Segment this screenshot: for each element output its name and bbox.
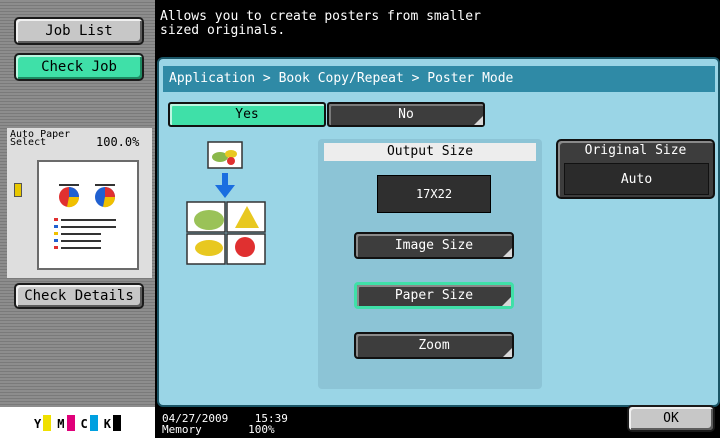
check-details-button[interactable]: Check Details — [14, 283, 144, 309]
toner-m-label: M — [57, 416, 65, 431]
toner-y-bar — [43, 414, 52, 431]
output-size-label: Output Size — [324, 143, 536, 161]
pie-chart-icon — [54, 184, 116, 249]
help-message: Allows you to create posters from smalle… — [155, 0, 720, 58]
preview-paper-line2: Select — [10, 137, 47, 148]
toner-m: M — [57, 414, 75, 431]
toner-m-bar — [66, 414, 75, 431]
toner-c: C — [80, 414, 98, 431]
preview-paper-label: Auto Paper Select — [10, 130, 70, 148]
paper-size-button[interactable]: Paper Size — [354, 282, 514, 309]
job-list-button[interactable]: Job List — [14, 17, 144, 45]
toner-c-label: C — [80, 416, 88, 431]
toner-levels: Y M C K — [0, 407, 155, 438]
image-size-label: Image Size — [394, 238, 474, 253]
preview-zoom: 100.0% — [96, 135, 140, 149]
original-size-value: Auto — [564, 163, 709, 195]
output-size-value: 17X22 — [377, 175, 491, 213]
poster-illustration-icon — [186, 141, 266, 265]
zoom-label: Zoom — [418, 338, 450, 353]
toner-k-bar — [112, 414, 121, 431]
preview-thumbnail — [37, 160, 139, 270]
original-size-button[interactable]: Original Size Auto — [556, 139, 715, 199]
toner-k: K — [103, 414, 121, 431]
breadcrumb: Application > Book Copy/Repeat > Poster … — [163, 66, 715, 92]
corner-mark — [502, 297, 511, 306]
no-toggle-label: No — [398, 107, 414, 122]
image-size-button[interactable]: Image Size — [354, 232, 514, 259]
corner-mark — [474, 116, 483, 125]
ok-button[interactable]: OK — [627, 405, 715, 432]
memory-label: Memory — [162, 423, 202, 436]
toner-y: Y — [34, 414, 52, 431]
check-job-button[interactable]: Check Job — [14, 53, 144, 81]
original-size-label: Original Size — [584, 143, 687, 158]
yes-toggle[interactable]: Yes — [168, 102, 326, 127]
corner-mark — [503, 348, 512, 357]
no-toggle[interactable]: No — [327, 102, 485, 127]
corner-mark — [503, 248, 512, 257]
toner-k-label: K — [103, 416, 111, 431]
zoom-button[interactable]: Zoom — [354, 332, 514, 359]
toner-c-bar — [89, 414, 98, 431]
paper-tray-icon — [14, 183, 22, 197]
memory-value: 100% — [248, 423, 275, 436]
paper-size-label: Paper Size — [394, 288, 474, 303]
toner-y-label: Y — [34, 416, 42, 431]
